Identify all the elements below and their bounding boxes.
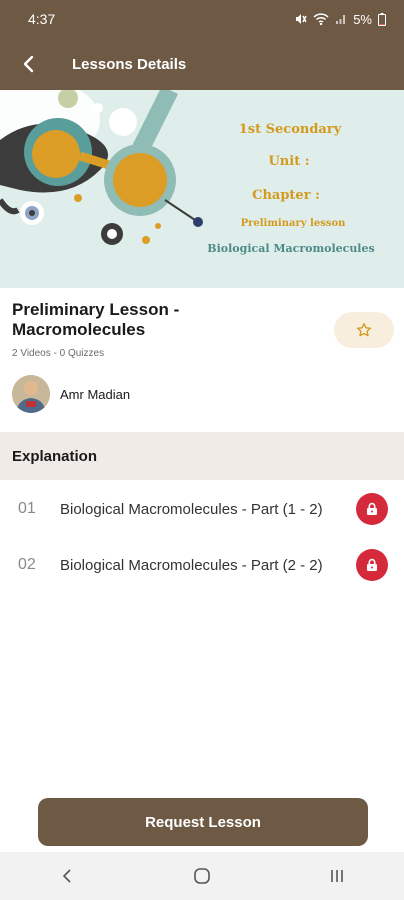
banner-lesson-text: Preliminary lesson bbox=[240, 218, 346, 229]
status-icons: 5% bbox=[293, 12, 386, 27]
lesson-title-item: Biological Macromolecules - Part (1 - 2) bbox=[60, 500, 323, 518]
banner-unit-text: Unit : bbox=[268, 154, 310, 169]
nav-home-icon bbox=[194, 868, 210, 884]
favorite-button[interactable] bbox=[334, 312, 394, 348]
mute-icon bbox=[296, 14, 307, 24]
star-icon bbox=[357, 323, 371, 337]
back-button[interactable] bbox=[0, 38, 56, 90]
status-time: 4:37 bbox=[28, 11, 56, 27]
system-nav-bar bbox=[0, 852, 404, 900]
nav-recents-button[interactable] bbox=[307, 856, 367, 896]
banner-chapter-text: Chapter : bbox=[252, 188, 320, 203]
battery-icon bbox=[378, 12, 386, 26]
request-lesson-button[interactable]: Request Lesson bbox=[38, 798, 368, 846]
instructor[interactable]: Amr Madian bbox=[12, 375, 130, 413]
app-bar: Lessons Details bbox=[0, 38, 404, 90]
status-bar: 4:37 5% bbox=[0, 0, 404, 38]
list-item[interactable]: 02 Biological Macromolecules - Part (2 -… bbox=[0, 545, 404, 585]
battery-percent: 5% bbox=[353, 11, 372, 27]
lock-button[interactable] bbox=[356, 493, 388, 525]
nav-back-button[interactable] bbox=[37, 856, 97, 896]
lock-icon bbox=[367, 502, 377, 515]
wifi-icon bbox=[313, 13, 329, 26]
section-header: Explanation bbox=[0, 432, 404, 480]
lesson-title: Preliminary Lesson - Macromolecules bbox=[12, 300, 180, 339]
nav-recents-icon bbox=[330, 870, 343, 882]
list-item[interactable]: 01 Biological Macromolecules - Part (1 -… bbox=[0, 489, 404, 529]
page-title: Lessons Details bbox=[72, 55, 187, 73]
instructor-name: Amr Madian bbox=[60, 386, 131, 402]
instructor-avatar-icon bbox=[12, 375, 50, 413]
banner-topic-text: Biological Macromolecules bbox=[207, 242, 375, 255]
lesson-number: 01 bbox=[18, 500, 36, 517]
lesson-title-item: Biological Macromolecules - Part (2 - 2) bbox=[60, 556, 323, 574]
nav-back-icon bbox=[63, 869, 71, 883]
banner-illustration bbox=[0, 90, 203, 245]
lesson-banner: 1st Secondary Unit : Chapter : Prelimina… bbox=[0, 90, 404, 288]
lesson-meta: 2 Videos - 0 Quizzes bbox=[12, 348, 105, 359]
signal-icon bbox=[336, 15, 346, 24]
lock-icon bbox=[367, 558, 377, 571]
lock-button[interactable] bbox=[356, 549, 388, 581]
avatar bbox=[12, 375, 50, 413]
banner-grade-text: 1st Secondary bbox=[238, 122, 342, 137]
nav-home-button[interactable] bbox=[172, 856, 232, 896]
lesson-number: 02 bbox=[18, 556, 36, 573]
back-arrow-icon bbox=[23, 55, 34, 73]
